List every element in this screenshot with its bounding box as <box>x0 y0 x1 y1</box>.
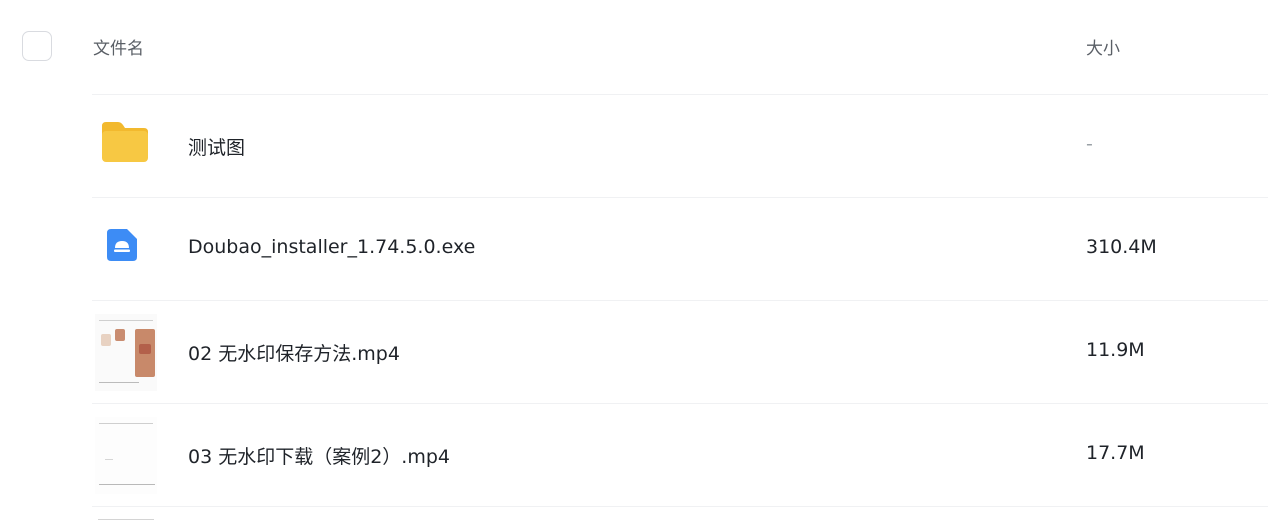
file-row-partial[interactable] <box>92 511 1268 526</box>
column-header-name[interactable]: 文件名 <box>93 34 144 59</box>
file-row-exe[interactable]: Doubao_installer_1.74.5.0.exe 310.4M <box>92 198 1268 301</box>
file-name[interactable]: 02 无水印保存方法.mp4 <box>188 339 400 366</box>
video-thumbnail <box>92 301 158 403</box>
exe-icon <box>92 198 158 300</box>
file-row-video[interactable]: 02 无水印保存方法.mp4 11.9M <box>92 301 1268 404</box>
file-list-header: 文件名 大小 <box>0 0 1268 94</box>
file-size: - <box>1086 133 1093 155</box>
file-name[interactable]: 测试图 <box>188 133 245 160</box>
video-thumbnail <box>92 404 158 506</box>
folder-icon <box>92 95 158 197</box>
file-size: 310.4M <box>1086 236 1157 258</box>
file-size: 11.9M <box>1086 339 1145 361</box>
file-row-folder[interactable]: 测试图 - <box>92 95 1268 198</box>
select-all-checkbox[interactable] <box>22 31 52 61</box>
column-header-size[interactable]: 大小 <box>1086 34 1120 59</box>
file-row-video[interactable]: 03 无水印下载（案例2）.mp4 17.7M <box>92 404 1268 507</box>
file-name[interactable]: Doubao_installer_1.74.5.0.exe <box>188 236 475 258</box>
file-name[interactable]: 03 无水印下载（案例2）.mp4 <box>188 442 450 469</box>
file-size: 17.7M <box>1086 442 1145 464</box>
